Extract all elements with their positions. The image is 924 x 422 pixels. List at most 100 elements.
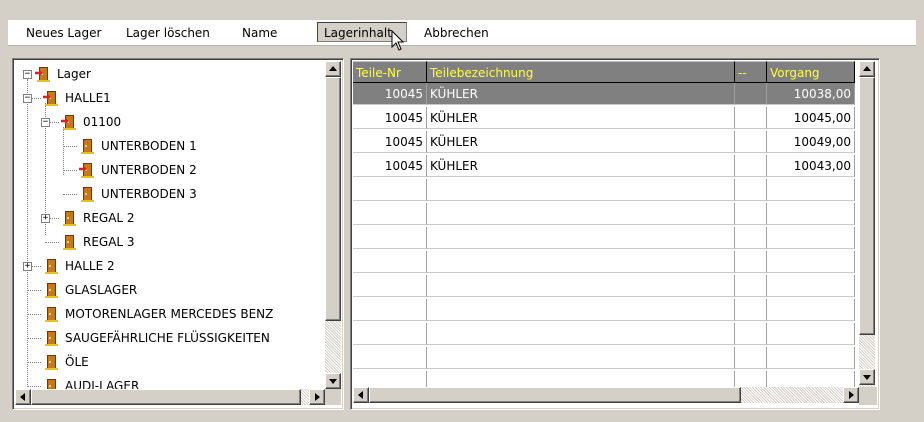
cell-teile-nr xyxy=(353,227,427,249)
cell-vorgang xyxy=(767,203,855,225)
column-header-teilebezeichnung[interactable]: Teilebezeichnung xyxy=(427,61,735,83)
tree-item[interactable]: GLASLAGER xyxy=(13,279,323,301)
cell-vorgang xyxy=(767,251,855,273)
cell-vorgang: 10043,00 xyxy=(767,155,855,177)
grid-scroll-up-button[interactable] xyxy=(859,61,875,77)
cell-vorgang: 10038,00 xyxy=(767,83,855,105)
tree-item-label: SAUGEFÄHRLICHE FLÜSSIGKEITEN xyxy=(65,331,270,345)
cell-extra xyxy=(735,179,767,201)
tree-item[interactable]: ÖLE xyxy=(13,351,323,373)
cell-extra xyxy=(735,323,767,345)
tree-item-label: GLASLAGER xyxy=(65,283,138,297)
cell-teilebezeichnung xyxy=(427,203,735,225)
tree-scroll-down-button[interactable] xyxy=(325,373,341,389)
tree-connector-line xyxy=(27,386,41,387)
tree-connector-line xyxy=(63,170,77,171)
tree-vertical-scroll-thumb[interactable] xyxy=(325,77,341,321)
tree-scroll-corner xyxy=(325,389,341,405)
collapse-icon[interactable]: − xyxy=(23,94,32,103)
tree-horizontal-scroll-thumb[interactable] xyxy=(31,389,301,405)
tree-item[interactable]: SAUGEFÄHRLICHE FLÜSSIGKEITEN xyxy=(13,327,323,349)
grid-scroll-corner xyxy=(859,387,877,405)
grid-vertical-scroll-thumb[interactable] xyxy=(859,77,875,335)
tree-item-label: 01100 xyxy=(83,115,122,129)
cell-teile-nr xyxy=(353,347,427,369)
tree-item-label: HALLE 2 xyxy=(65,259,115,273)
cell-vorgang xyxy=(767,299,855,321)
cell-teilebezeichnung xyxy=(427,227,735,249)
grid-scroll-left-button[interactable] xyxy=(353,387,369,403)
tree-item-label: ÖLE xyxy=(65,355,89,369)
cell-teilebezeichnung xyxy=(427,347,735,369)
cell-vorgang xyxy=(767,179,855,201)
tree-item[interactable]: − 01100 xyxy=(13,111,323,133)
column-header-vorgang[interactable]: Vorgang xyxy=(767,61,855,83)
grid-scroll-right-button[interactable] xyxy=(843,387,859,403)
storage-door-icon xyxy=(81,139,94,155)
tree-scroll-right-button[interactable] xyxy=(309,389,325,405)
cell-teilebezeichnung xyxy=(427,179,735,201)
tree-item[interactable]: + HALLE 2 xyxy=(13,255,323,277)
tree-item[interactable]: UNTERBODEN 2 xyxy=(13,159,323,181)
cell-teilebezeichnung: KÜHLER xyxy=(427,107,735,129)
tree-item[interactable]: + REGAL 2 xyxy=(13,207,323,229)
warehouse-arrow-icon xyxy=(61,115,76,131)
tree-connector-line xyxy=(27,314,41,315)
delete-storage-button[interactable]: Lager löschen xyxy=(126,21,210,45)
name-button[interactable]: Name xyxy=(242,21,277,45)
cell-teile-nr: 10045 xyxy=(353,155,427,177)
cell-teile-nr xyxy=(353,179,427,201)
cancel-button[interactable]: Abbrechen xyxy=(424,21,489,45)
tree-item[interactable]: − Lager xyxy=(13,63,323,85)
storage-door-icon xyxy=(81,187,94,203)
tree-item-label: REGAL 2 xyxy=(83,211,135,225)
tree-connector-line xyxy=(63,194,77,195)
storage-door-icon xyxy=(45,355,58,371)
cell-teilebezeichnung xyxy=(427,251,735,273)
cell-extra xyxy=(735,251,767,273)
storage-door-icon xyxy=(45,259,58,275)
warehouse-arrow-icon xyxy=(35,67,50,83)
column-header-teile-nr[interactable]: Teile-Nr xyxy=(353,61,427,83)
tree-scroll-up-button[interactable] xyxy=(325,61,341,77)
collapse-icon[interactable]: − xyxy=(41,118,50,127)
cell-teile-nr xyxy=(353,275,427,297)
tree-connector-line xyxy=(27,338,41,339)
tree-item[interactable]: MOTORENLAGER MERCEDES BENZ xyxy=(13,303,323,325)
cell-teilebezeichnung xyxy=(427,299,735,321)
cell-teile-nr xyxy=(353,299,427,321)
warehouse-arrow-icon xyxy=(43,91,58,107)
tree-item[interactable]: − HALLE1 xyxy=(13,87,323,109)
new-storage-button[interactable]: Neues Lager xyxy=(26,21,101,45)
cell-extra xyxy=(735,107,767,129)
tree-item-label: MOTORENLAGER MERCEDES BENZ xyxy=(65,307,274,321)
grid-scroll-down-button[interactable] xyxy=(859,369,875,385)
tree-item[interactable]: REGAL 3 xyxy=(13,231,323,253)
storage-door-icon xyxy=(45,283,58,299)
storage-door-icon xyxy=(45,307,58,323)
cell-vorgang xyxy=(767,275,855,297)
tree-connector-line xyxy=(63,146,77,147)
warehouse-arrow-icon xyxy=(79,163,94,179)
tree-item-label: UNTERBODEN 3 xyxy=(101,187,197,201)
storage-contents-grid[interactable]: Teile-Nr Teilebezeichnung -- Vorgang 100… xyxy=(350,58,880,410)
tree-item[interactable]: UNTERBODEN 3 xyxy=(13,183,323,205)
cell-extra xyxy=(735,275,767,297)
tree-item[interactable]: UNTERBODEN 1 xyxy=(13,135,323,157)
column-header-extra[interactable]: -- xyxy=(735,61,767,83)
cell-teilebezeichnung: KÜHLER xyxy=(427,131,735,153)
expand-icon[interactable]: + xyxy=(23,262,32,271)
storage-door-icon xyxy=(45,331,58,347)
tree-item-label: UNTERBODEN 2 xyxy=(101,163,197,177)
cell-extra xyxy=(735,227,767,249)
tree-item-label: Lager xyxy=(57,67,91,81)
expand-icon[interactable]: + xyxy=(41,214,50,223)
grid-horizontal-scroll-thumb[interactable] xyxy=(369,387,741,403)
cell-teile-nr xyxy=(353,323,427,345)
storage-contents-button[interactable]: Lagerinhalt xyxy=(317,22,407,42)
cell-teile-nr xyxy=(353,251,427,273)
cell-extra xyxy=(735,347,767,369)
collapse-icon[interactable]: − xyxy=(23,70,32,79)
storage-tree[interactable]: − Lager − HALLE1 − 01100 UNTERBODEN 1 UNTERBODE… xyxy=(12,58,344,410)
tree-scroll-left-button[interactable] xyxy=(15,389,31,405)
